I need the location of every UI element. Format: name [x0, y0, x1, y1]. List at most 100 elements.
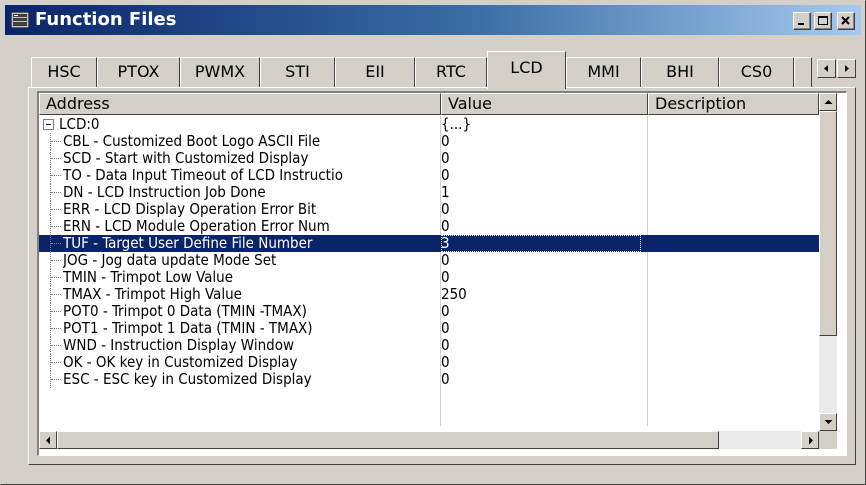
tab-bhi[interactable]: BHI: [641, 57, 719, 87]
table-row[interactable]: TMAX - Trimpot High Value 250: [39, 286, 819, 303]
tree-line: [51, 141, 61, 142]
table-row[interactable]: WND - Instruction Display Window 0: [39, 337, 819, 354]
address-cell: OK - OK key in Customized Display: [63, 354, 298, 371]
value-cell: 0: [441, 133, 450, 150]
tab-ptox[interactable]: PTOX: [97, 57, 180, 87]
tab-label: STI: [285, 62, 310, 81]
scroll-down-button[interactable]: [819, 413, 837, 431]
tree-line: [51, 192, 61, 193]
tab-cs0[interactable]: CS0: [719, 57, 794, 87]
description-cell: [648, 320, 818, 337]
address-cell: TO - Data Input Timeout of LCD Instructi…: [63, 167, 343, 184]
address-cell: JOG - Jog data update Mode Set: [63, 252, 277, 269]
table-row[interactable]: DN - LCD Instruction Job Done 1: [39, 184, 819, 201]
table-row[interactable]: SCD - Start with Customized Display 0: [39, 150, 819, 167]
tab-label: HSC: [47, 62, 81, 81]
table-row[interactable]: ERR - LCD Display Operation Error Bit 0: [39, 201, 819, 218]
data-table[interactable]: Address Value Description LCD:0 {...} CBL …: [37, 91, 847, 456]
address-cell: DN - LCD Instruction Job Done: [63, 184, 266, 201]
scroll-left-button[interactable]: [39, 431, 57, 449]
description-cell: [648, 150, 818, 167]
value-cell: 0: [441, 354, 450, 371]
tab-eii[interactable]: EII: [335, 57, 415, 87]
tab-strip: HSC PTOX PWMX STI EII RTC LCD MMI BHI CS…: [31, 51, 861, 89]
tree-line: [51, 209, 61, 210]
value-cell: 0: [441, 150, 450, 167]
address-cell: WND - Instruction Display Window: [63, 337, 294, 354]
value-cell: 1: [441, 184, 450, 201]
tab-overflow[interactable]: [794, 57, 812, 87]
address-cell: TUF - Target User Define File Number: [63, 235, 313, 252]
table-row[interactable]: OK - OK key in Customized Display 0: [39, 354, 819, 371]
table-row[interactable]: JOG - Jog data update Mode Set 0: [39, 252, 819, 269]
tree-line: [51, 158, 61, 159]
address-cell: ERN - LCD Module Operation Error Num: [63, 218, 330, 235]
column-header-address[interactable]: Address: [39, 93, 441, 115]
tab-rtc[interactable]: RTC: [415, 57, 487, 87]
arrow-right-icon: [809, 436, 813, 445]
description-cell: [648, 269, 818, 286]
table-row[interactable]: ERN - LCD Module Operation Error Num 0: [39, 218, 819, 235]
address-cell: CBL - Customized Boot Logo ASCII File: [63, 133, 321, 150]
value-cell: 250: [441, 286, 467, 303]
description-cell: [648, 201, 818, 218]
collapse-icon[interactable]: [43, 119, 54, 130]
description-cell: [648, 167, 818, 184]
address-cell: LCD:0: [59, 116, 100, 133]
tree-root-row[interactable]: LCD:0 {...}: [39, 116, 819, 133]
tab-mmi[interactable]: MMI: [566, 57, 641, 87]
scroll-up-button[interactable]: [819, 93, 837, 111]
tab-scroll-left-button[interactable]: [817, 59, 836, 78]
horizontal-scrollbar[interactable]: [39, 431, 819, 449]
tab-hsc[interactable]: HSC: [31, 57, 97, 87]
table-row[interactable]: TO - Data Input Timeout of LCD Instructi…: [39, 167, 819, 184]
vertical-scroll-thumb[interactable]: [819, 111, 837, 336]
description-cell: [648, 235, 818, 252]
horizontal-scroll-thumb[interactable]: [57, 431, 719, 449]
tree-line: [51, 260, 61, 261]
address-cell: ESC - ESC key in Customized Display: [63, 371, 312, 388]
column-header-description[interactable]: Description: [648, 93, 819, 115]
function-files-window: Function Files HSC PTOX PWMX STI EII RTC…: [0, 0, 866, 485]
tab-label: MMI: [587, 62, 620, 81]
description-cell: [648, 354, 818, 371]
column-header-value[interactable]: Value: [441, 93, 648, 115]
table-row[interactable]: TUF - Target User Define File Number 3: [39, 235, 819, 252]
scroll-right-button[interactable]: [801, 431, 819, 449]
title-bar[interactable]: Function Files: [5, 5, 861, 35]
value-cell: 0: [441, 320, 450, 337]
table-row[interactable]: CBL - Customized Boot Logo ASCII File 0: [39, 133, 819, 150]
function-files-icon: [11, 12, 29, 28]
tab-label: RTC: [436, 62, 466, 81]
tab-sti[interactable]: STI: [260, 57, 335, 87]
close-button[interactable]: [837, 12, 855, 30]
table-row[interactable]: POT0 - Trimpot 0 Data (TMIN -TMAX) 0: [39, 303, 819, 320]
description-cell: [648, 218, 818, 235]
table-row[interactable]: POT1 - Trimpot 1 Data (TMIN - TMAX) 0: [39, 320, 819, 337]
address-cell: ERR - LCD Display Operation Error Bit: [63, 201, 317, 218]
arrow-left-icon: [824, 65, 828, 72]
address-cell: POT1 - Trimpot 1 Data (TMIN - TMAX): [63, 320, 313, 337]
scrollbar-corner: [819, 431, 837, 449]
minimize-button[interactable]: [793, 12, 811, 30]
table-row[interactable]: ESC - ESC key in Customized Display 0: [39, 371, 819, 388]
value-cell: 0: [441, 252, 450, 269]
table-row[interactable]: TMIN - Trimpot Low Value 0: [39, 269, 819, 286]
tab-label: EII: [365, 62, 385, 81]
tree-line: [51, 175, 61, 176]
tree-line: [51, 379, 61, 380]
tab-scroll-right-button[interactable]: [837, 59, 856, 78]
address-cell: TMIN - Trimpot Low Value: [63, 269, 234, 286]
tree-line: [51, 277, 61, 278]
vertical-scrollbar[interactable]: [819, 93, 837, 431]
tree-line: [51, 328, 61, 329]
description-cell: [648, 303, 818, 320]
maximize-button[interactable]: [814, 12, 832, 30]
tree-line: [51, 294, 61, 295]
tab-pwmx[interactable]: PWMX: [180, 57, 260, 87]
tree-line: [51, 226, 61, 227]
value-cell: 3: [441, 235, 641, 252]
description-cell: [648, 337, 818, 354]
value-cell: 0: [441, 218, 450, 235]
tab-lcd[interactable]: LCD: [487, 51, 566, 89]
